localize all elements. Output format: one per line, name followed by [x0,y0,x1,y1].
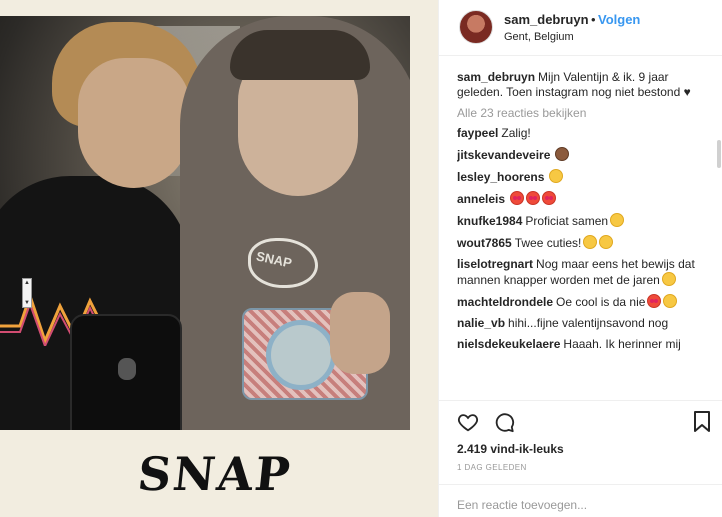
likes-count[interactable]: 2.419 vind-ik-leuks [457,442,564,456]
grinning-face-icon [549,169,564,183]
comments-list[interactable]: sam_debruyn Mijn Valentijn & ik. 9 jaar g… [457,70,715,400]
caption: sam_debruyn Mijn Valentijn & ik. 9 jaar g… [457,70,715,100]
see-no-evil-monkey-icon [555,147,570,161]
heart-eyes-icon [542,191,557,205]
post-details-panel: sam_debruyn • Volgen Gent, Belgium sam_d… [438,0,722,517]
post-header: sam_debruyn • Volgen Gent, Belgium [439,0,722,56]
heart-icon[interactable] [457,411,479,433]
comment-text: Twee cuties! [514,236,582,250]
comment-item: jitskevandeveire [457,147,715,163]
action-bar [439,400,722,440]
avatar[interactable] [459,10,493,44]
mini-scrollbar-widget[interactable]: ▲ ▼ [22,278,32,308]
comment-text: hihi...fijne valentijnsavond nog [508,316,669,330]
comment-text: Haaah. Ik herinner mij [563,337,681,351]
comment-item: nielsdekeukelaere Haaah. Ik herinner mij [457,337,715,352]
comment-text: Oe cool is da nie [556,295,646,309]
photo-panel: SNAP ▲ ▼ SNAP [0,0,438,517]
header-separator: • [591,12,596,27]
comment-username[interactable]: knufke1984 [457,214,522,228]
person-right-hair [230,30,370,80]
comment-bubble-icon[interactable] [493,411,515,433]
tongue-face-icon [661,272,676,286]
comment-item: machteldrondele Oe cool is da nie [457,294,715,310]
phone [70,314,182,430]
comment-username[interactable]: nalie_vb [457,316,505,330]
location-link[interactable]: Gent, Belgium [504,31,574,43]
comment-item: anneleis [457,191,715,207]
grinning-face-icon [583,235,598,249]
hand [330,292,390,374]
comment-item: liselotregnart Nog maar eens het bewijs d… [457,257,715,288]
post-photo[interactable]: SNAP ▲ ▼ [0,16,410,430]
comment-input[interactable] [457,497,707,513]
grinning-face-icon [663,294,678,308]
comment-item: faypeel Zalig! [457,126,715,141]
comments-scrollbar[interactable] [717,140,721,168]
comment-username[interactable]: liselotregnart [457,257,533,271]
caption-username[interactable]: sam_debruyn [457,70,535,84]
comment-item: wout7865 Twee cuties! [457,235,715,251]
bookmark-icon[interactable] [693,411,711,433]
comment-username[interactable]: anneleis [457,192,505,206]
apple-logo-icon [118,358,136,380]
comment-username[interactable]: nielsdekeukelaere [457,337,560,351]
post-timestamp: 1 DAG GELEDEN [457,463,527,472]
comment-text: Proficiat samen [525,214,609,228]
follow-button[interactable]: Volgen [598,12,640,27]
camera-lens [266,320,336,390]
person-left-face [78,58,190,188]
comment-username[interactable]: jitskevandeveire [457,148,550,162]
heart-eyes-icon [526,191,541,205]
scroll-down-arrow-icon[interactable]: ▼ [24,300,30,306]
heart-eyes-icon [647,294,662,308]
heart-eyes-icon [510,191,525,205]
comment-item: knufke1984 Proficiat samen [457,213,715,229]
comment-text: Zalig! [501,126,531,140]
comment-username[interactable]: wout7865 [457,236,512,250]
smiling-face-icon [610,213,625,227]
scroll-up-arrow-icon[interactable]: ▲ [24,280,30,286]
comment-item: lesley_hoorens [457,169,715,185]
header-username[interactable]: sam_debruyn [504,12,589,27]
comment-username[interactable]: machteldrondele [457,295,553,309]
comment-item: nalie_vb hihi...fijne valentijnsavond nog [457,316,715,331]
comment-username[interactable]: faypeel [457,126,498,140]
comment-username[interactable]: lesley_hoorens [457,170,544,184]
smiling-face-icon [599,235,614,249]
view-all-comments-link[interactable]: Alle 23 reacties bekijken [457,106,715,120]
polaroid-caption: SNAP [135,447,295,501]
add-comment-area [439,484,722,517]
